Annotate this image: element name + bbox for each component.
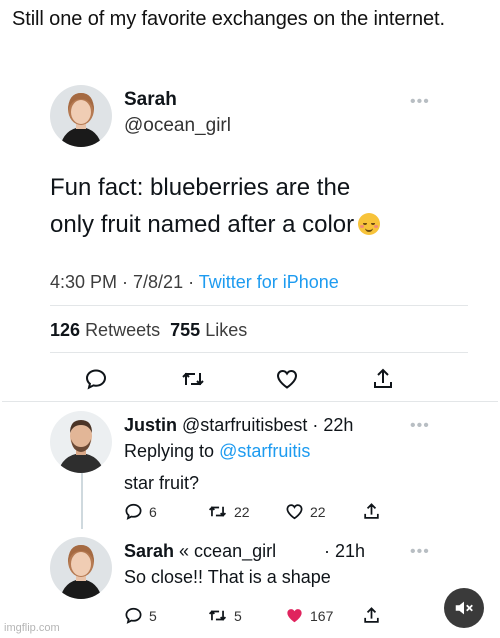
reply-2-time[interactable]: · 21h <box>324 541 365 562</box>
replying-to: Replying to @starfruitis <box>124 441 310 462</box>
reply-1-author-handle[interactable]: @starfruitisbest <box>182 415 307 435</box>
author-name[interactable]: Sarah <box>124 89 177 111</box>
divider <box>50 352 468 353</box>
reply-2-text: So close!! That is a shape <box>124 567 331 587</box>
reply-2-author-handle[interactable]: « ccean_girl <box>179 541 276 561</box>
more-icon[interactable]: ••• <box>410 417 430 435</box>
avatar-sarah-reply[interactable] <box>50 537 112 599</box>
retweet-icon <box>208 610 227 621</box>
reply-2-like-count: 167 <box>310 607 334 624</box>
caption: Still one of my favorite exchanges on th… <box>12 8 445 30</box>
reply-2-like-button[interactable]: 167 <box>285 606 333 625</box>
replying-to-handle[interactable]: @starfruitis <box>219 441 310 461</box>
reply-1-header: Justin @starfruitisbest · 22h <box>124 415 353 436</box>
watermark: imgflip.com <box>4 622 60 634</box>
reply-1-retweet-button[interactable]: 22 <box>207 502 250 521</box>
tweet-timestamp[interactable]: 4:30 PM · 7/8/21 · <box>50 272 199 292</box>
tweet-screenshot: Sarah @ocean_girl ••• Fun fact: blueberr… <box>2 55 498 638</box>
reply-1-share-button[interactable] <box>362 502 381 521</box>
share-icon <box>364 607 379 623</box>
divider <box>2 401 498 402</box>
tweet-meta: 4:30 PM · 7/8/21 · Twitter for iPhone <box>50 272 339 293</box>
reply-2-share-button[interactable] <box>362 606 381 625</box>
reply-1-retweet-count: 22 <box>234 503 250 520</box>
reply-icon <box>125 503 142 520</box>
reply-1-time[interactable]: · 22h <box>312 415 353 435</box>
share-icon <box>364 503 379 519</box>
tweet-text-line-2: only fruit named after a color <box>50 206 470 243</box>
avatar-justin[interactable] <box>50 411 112 473</box>
retweet-icon <box>208 506 227 517</box>
reply-1-text: star fruit? <box>124 473 200 493</box>
retweet-button[interactable] <box>180 367 206 391</box>
likes-count[interactable]: 755 <box>170 320 200 340</box>
like-icon <box>286 504 303 520</box>
reply-2-retweet-button[interactable]: 5 <box>207 606 242 625</box>
reply-2-reply-button[interactable]: 5 <box>124 606 157 625</box>
tweet-text-line-1: Fun fact: blueberries are the <box>50 174 351 201</box>
liked-heart-icon <box>287 609 302 623</box>
tweet-text: Fun fact: blueberries are the only fruit… <box>50 169 470 243</box>
retweets-label[interactable]: Retweets <box>85 320 160 340</box>
reply-button[interactable] <box>84 367 108 391</box>
reply-2-header: Sarah « ccean_girl <box>124 541 276 562</box>
mute-button[interactable] <box>444 588 484 628</box>
like-button[interactable] <box>275 367 299 391</box>
reply-1-author-name[interactable]: Justin <box>124 415 177 435</box>
more-icon[interactable]: ••• <box>410 543 430 561</box>
avatar-sarah[interactable] <box>50 85 112 147</box>
smiling-blush-emoji-icon <box>358 213 381 235</box>
more-icon[interactable]: ••• <box>410 93 430 111</box>
retweet-icon <box>182 372 204 386</box>
divider <box>50 305 468 306</box>
replying-to-prefix: Replying to <box>124 441 215 461</box>
likes-label[interactable]: Likes <box>205 320 247 340</box>
share-button[interactable] <box>371 367 395 391</box>
reply-icon <box>85 369 107 390</box>
tweet-text-line-2-text: only fruit named after a color <box>50 211 355 238</box>
reply-1-reply-count: 6 <box>149 503 157 520</box>
tweet-stats: 126 Retweets 755 Likes <box>50 320 247 341</box>
mute-icon <box>455 601 473 615</box>
tweet-source-link[interactable]: Twitter for iPhone <box>199 272 339 292</box>
reply-1-like-count: 22 <box>310 503 326 520</box>
retweets-count[interactable]: 126 <box>50 320 80 340</box>
like-icon <box>276 369 298 389</box>
reply-1-like-button[interactable]: 22 <box>285 502 326 521</box>
reply-2-author-name[interactable]: Sarah <box>124 541 174 561</box>
author-handle[interactable]: @ocean_girl <box>124 115 231 137</box>
thread-line <box>81 473 83 529</box>
reply-1-reply-button[interactable]: 6 <box>124 502 157 521</box>
reply-icon <box>125 607 142 624</box>
reply-2-retweet-count: 5 <box>234 607 242 624</box>
reply-2-reply-count: 5 <box>149 607 157 624</box>
share-icon <box>374 368 392 388</box>
